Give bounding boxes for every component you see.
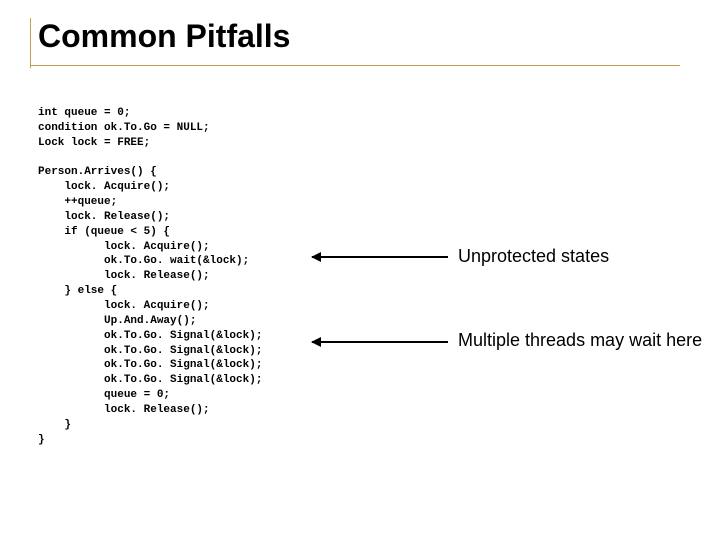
code-block: int queue = 0; condition ok.To.Go = NULL… [38,106,720,447]
annotation-multiple-threads: Multiple threads may wait here [458,330,702,351]
annotation-unprotected-states: Unprotected states [458,246,609,267]
arrow-multiple-threads [312,341,448,343]
slide-title: Common Pitfalls [30,18,680,66]
title-left-border [30,18,31,68]
arrow-unprotected-states [312,256,448,258]
